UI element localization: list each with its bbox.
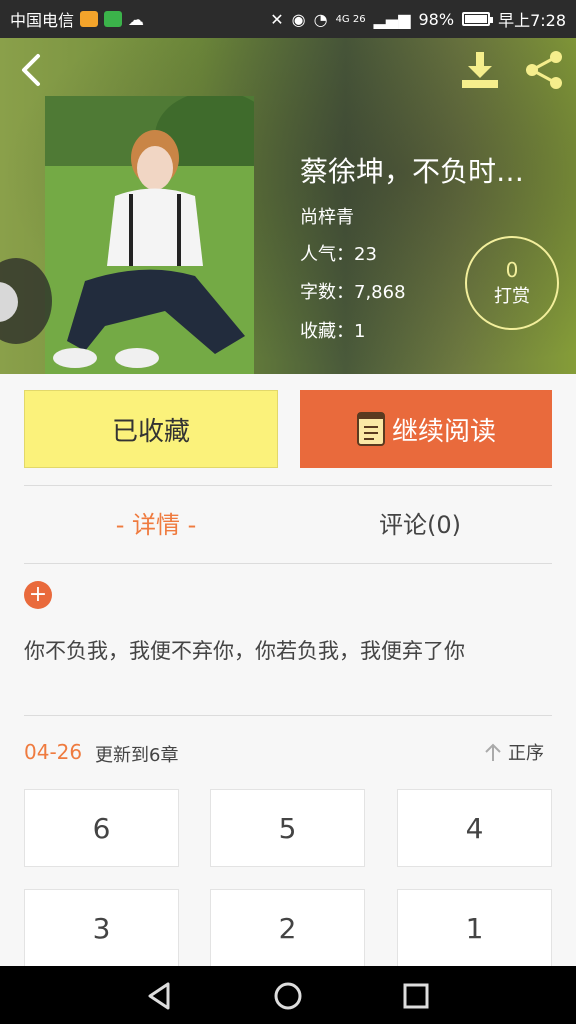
collected-label: 已收藏 [111,416,190,447]
sort-order-label: 正序 [508,743,544,764]
home-circle-icon[interactable] [270,978,306,1014]
tab-details[interactable]: - 详情 - [56,505,256,540]
book-description: 你不负我，我便不弃你，你若负我，我便弃了你 [24,639,465,663]
carrier-label: 中国电信 [10,11,75,30]
status-bar: 中国电信 ☁ ✕ ◉ ◔ 4G 26 ▂▄▆ 98% 早上7:28 [0,0,576,38]
word-count-stat: 字数：7,868 [300,282,406,303]
tab-comments[interactable]: 评论(0) [320,505,520,540]
continue-reading-button[interactable]: 继续阅读 [300,390,552,468]
book-header: 蔡徐坤，不负时… 尚梓青 人气：23 字数：7,868 收藏：1 0 打赏 [0,38,576,374]
favorites-stat: 收藏：1 [300,321,366,342]
iqiyi-icon [104,11,123,27]
network-label: 4G 26 [335,13,366,25]
back-triangle-icon[interactable] [142,978,178,1014]
download-button[interactable] [458,48,502,92]
continue-reading-label: 继续阅读 [391,416,496,447]
divider [24,563,552,564]
divider [24,485,552,486]
system-nav-bar [0,966,576,1024]
weibo-icon [80,11,99,27]
tip-button[interactable]: 0 打赏 [465,236,559,330]
download-icon [462,52,498,88]
chapter-button[interactable]: 5 [210,789,365,867]
signal-icon: ▂▄▆ [373,9,411,29]
sort-order-button[interactable]: 正序 [482,739,544,765]
popularity-stat: 人气：23 [300,244,377,265]
author-name[interactable]: 尚梓青 [300,203,354,229]
book-icon [356,412,385,446]
share-button[interactable] [520,48,568,92]
update-date: 04-26 [24,740,83,764]
share-icon [526,51,562,89]
chapter-button[interactable]: 3 [24,889,179,967]
tip-count: 0 [505,258,519,282]
arrow-up-icon [485,743,501,761]
chevron-left-icon [22,54,40,86]
divider [24,715,552,716]
chapter-button[interactable]: 6 [24,789,179,867]
battery-icon [462,12,494,26]
chapter-button[interactable]: 1 [397,889,552,967]
eye-icon: ◉ [291,9,306,29]
back-button[interactable] [12,50,52,90]
cover-illustration [45,96,254,374]
expand-plus-button[interactable]: + [24,581,52,609]
book-cover-image[interactable] [45,96,254,374]
wifi-icon: ◔ [313,9,328,29]
clock: 早上7:28 [498,11,566,30]
chapter-button[interactable]: 2 [210,889,365,967]
collected-button[interactable]: 已收藏 [24,390,278,468]
book-title: 蔡徐坤，不负时… [300,155,525,188]
recents-square-icon[interactable] [398,978,434,1014]
battery-percent: 98% [418,9,455,29]
tip-label: 打赏 [494,286,530,307]
update-status: 更新到6章 [95,745,179,766]
mute-icon: ✕ [270,9,284,29]
side-handle-knob [0,282,18,322]
chapter-button[interactable]: 4 [397,789,552,867]
cloud-icon: ☁ [128,9,145,29]
